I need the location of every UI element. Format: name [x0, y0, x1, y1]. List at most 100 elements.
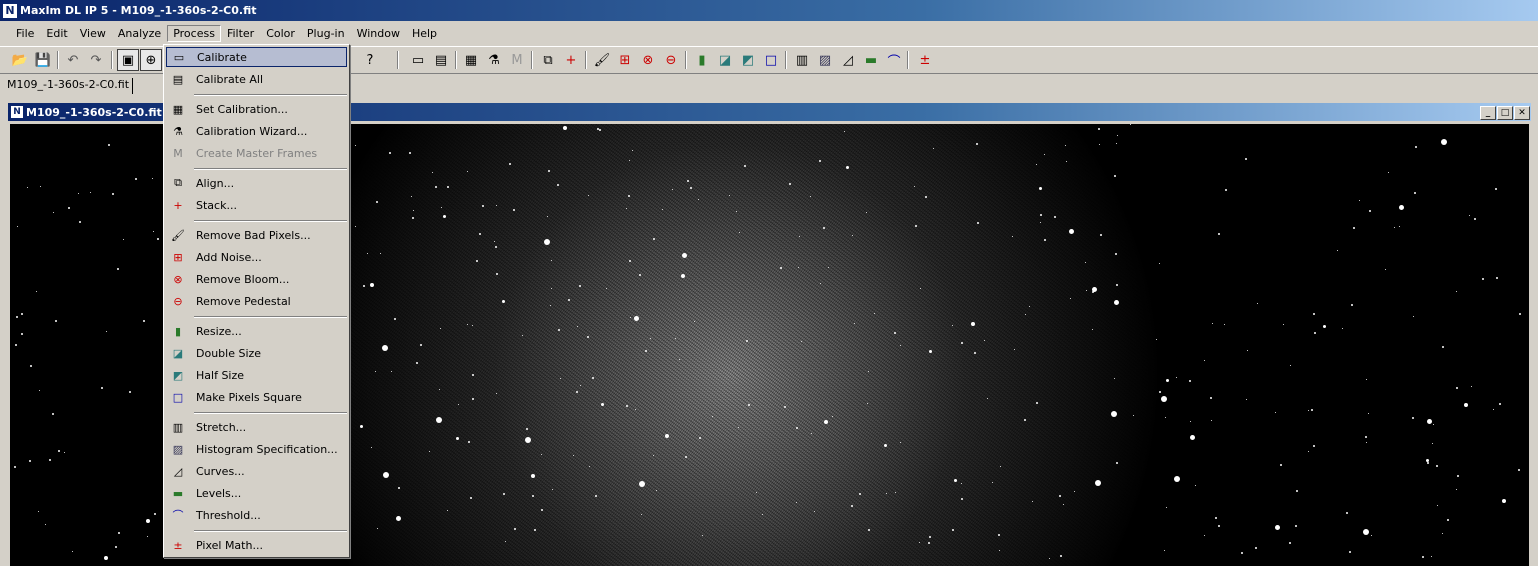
calibrate-tb-icon[interactable]: ▭	[408, 50, 428, 70]
menu-item-calibrate[interactable]: ▭ Calibrate	[166, 47, 347, 67]
star	[548, 170, 550, 172]
star	[976, 143, 978, 145]
set-calibration-tb-icon[interactable]: ▦	[461, 50, 481, 70]
star	[547, 216, 548, 217]
star	[458, 404, 459, 405]
bad-pixels-tb-icon[interactable]: 🖌	[592, 50, 612, 70]
redo-icon[interactable]: ↷	[86, 50, 106, 70]
stack-tb-icon[interactable]: +	[561, 50, 581, 70]
star	[147, 536, 148, 537]
star	[789, 183, 791, 185]
align-tb-icon[interactable]: ⧉	[538, 50, 558, 70]
menu-plugin[interactable]: Plug-in	[301, 25, 351, 42]
star	[665, 434, 669, 438]
star	[1290, 365, 1291, 366]
menu-item-pixel-math[interactable]: ± Pixel Math...	[166, 535, 347, 555]
menu-item-stack[interactable]: + Stack...	[166, 195, 347, 215]
menu-item-histogram-specification[interactable]: ▨ Histogram Specification...	[166, 439, 347, 459]
star	[874, 313, 875, 314]
menu-item-align[interactable]: ⧉ Align...	[166, 173, 347, 193]
star	[468, 441, 470, 443]
minimize-icon[interactable]: _	[1480, 106, 1496, 120]
menu-item-create-master-frames[interactable]: M Create Master Frames	[166, 143, 347, 163]
menu-item-remove-pedestal[interactable]: ⊖ Remove Pedestal	[166, 291, 347, 311]
star	[17, 226, 18, 227]
pixel-math-tb-icon[interactable]: ±	[915, 50, 935, 70]
stretch-tb-icon[interactable]: ▥	[792, 50, 812, 70]
pixels-square-icon: □	[172, 390, 184, 404]
menu-window[interactable]: Window	[351, 25, 406, 42]
open-folder-icon[interactable]: 📂	[10, 50, 30, 70]
menu-item-remove-bloom[interactable]: ⊗ Remove Bloom...	[166, 269, 347, 289]
star	[541, 454, 542, 455]
menu-item-resize[interactable]: ▮ Resize...	[166, 321, 347, 341]
star	[1189, 380, 1191, 382]
add-noise-tb-icon[interactable]: ⊞	[615, 50, 635, 70]
menu-item-double-size[interactable]: ◪ Double Size	[166, 343, 347, 363]
menu-file[interactable]: File	[10, 25, 40, 42]
menu-view[interactable]: View	[74, 25, 112, 42]
star	[1114, 175, 1116, 177]
menu-item-threshold[interactable]: ⌒ Threshold...	[166, 505, 347, 525]
menu-item-calibration-wizard[interactable]: ⚗ Calibration Wizard...	[166, 121, 347, 141]
wizard-tb-icon[interactable]: ⚗	[484, 50, 504, 70]
star	[884, 444, 887, 447]
star	[38, 511, 39, 512]
star	[525, 437, 531, 443]
menu-item-remove-bad-pixels[interactable]: 🖌 Remove Bad Pixels...	[166, 225, 347, 245]
double-size-tb-icon[interactable]: ◪	[715, 50, 735, 70]
star	[961, 342, 963, 344]
star	[1369, 210, 1371, 212]
star	[68, 207, 70, 209]
remove-bloom-tb-icon[interactable]: ⊗	[638, 50, 658, 70]
histogram-tb-icon[interactable]: ▨	[815, 50, 835, 70]
menu-item-calibrate-all[interactable]: ▤ Calibrate All	[166, 69, 347, 89]
star	[1116, 284, 1118, 286]
half-size-tb-icon[interactable]: ◩	[738, 50, 758, 70]
menu-color[interactable]: Color	[260, 25, 301, 42]
menu-item-curves[interactable]: ◿ Curves...	[166, 461, 347, 481]
star	[641, 514, 642, 515]
menu-item-make-pixels-square[interactable]: □ Make Pixels Square	[166, 387, 347, 407]
save-icon[interactable]: 💾	[33, 50, 53, 70]
curves-tb-icon[interactable]: ◿	[838, 50, 858, 70]
menu-item-stretch[interactable]: ▥ Stretch...	[166, 417, 347, 437]
menu-analyze[interactable]: Analyze	[112, 25, 167, 42]
star	[814, 511, 815, 512]
star	[496, 393, 497, 394]
star	[1502, 499, 1506, 503]
calibrate-all-tb-icon[interactable]: ▤	[431, 50, 451, 70]
crosshair-icon[interactable]: ⊕	[140, 49, 162, 71]
menu-item-levels[interactable]: ▬ Levels...	[166, 483, 347, 503]
remove-pedestal-tb-icon[interactable]: ⊖	[661, 50, 681, 70]
star	[531, 474, 535, 478]
menu-item-half-size[interactable]: ◩ Half Size	[166, 365, 347, 385]
star	[1059, 495, 1061, 497]
star	[1246, 399, 1247, 400]
threshold-tb-icon[interactable]: ⌒	[884, 50, 904, 70]
menu-process[interactable]: Process	[167, 24, 221, 42]
star	[1165, 417, 1166, 418]
star	[476, 260, 478, 262]
star	[1314, 332, 1316, 334]
menu-help[interactable]: Help	[406, 25, 443, 42]
star	[998, 534, 1000, 536]
master-frames-tb-icon[interactable]: M	[507, 50, 527, 70]
stretch-icon: ▥	[172, 420, 184, 434]
menu-item-add-noise[interactable]: ⊞ Add Noise...	[166, 247, 347, 267]
levels-tb-icon[interactable]: ▬	[861, 50, 881, 70]
star	[679, 359, 680, 360]
menu-filter[interactable]: Filter	[221, 25, 260, 42]
maximize-icon[interactable]: □	[1497, 106, 1513, 120]
undo-icon[interactable]: ↶	[63, 50, 83, 70]
pixels-square-tb-icon[interactable]: □	[761, 50, 781, 70]
resize-tb-icon[interactable]: ▮	[692, 50, 712, 70]
image-view-icon[interactable]: ▣	[117, 49, 139, 71]
document-tab[interactable]: M109_-1-360s-2-C0.fit	[4, 78, 134, 94]
star	[868, 371, 869, 372]
help-pointer-icon[interactable]: ?	[360, 50, 380, 70]
menu-item-set-calibration[interactable]: ▦ Set Calibration...	[166, 99, 347, 119]
menu-edit[interactable]: Edit	[40, 25, 73, 42]
star	[1166, 507, 1167, 508]
close-icon[interactable]: ✕	[1514, 106, 1530, 120]
